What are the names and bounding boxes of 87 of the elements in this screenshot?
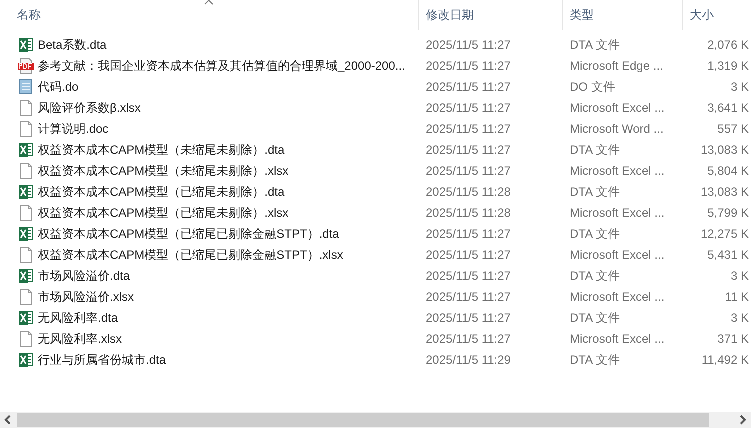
file-type: DTA 文件 — [570, 226, 620, 240]
scrollbar-thumb[interactable] — [17, 413, 709, 427]
modified-date: 2025/11/5 11:27 — [426, 310, 511, 324]
file-size: 3 K — [730, 268, 749, 284]
file-size: 12,275 K — [700, 226, 749, 242]
file-size: 2,076 K — [708, 36, 749, 54]
file-type: Microsoft Edge ... — [570, 58, 664, 72]
column-header[interactable]: 类型 — [563, 0, 683, 30]
file-type: Microsoft Excel ... — [570, 332, 665, 346]
file-name[interactable]: 风险评价系数β.xlsx — [38, 98, 141, 116]
file-name[interactable]: 无风险利率.dta — [38, 308, 118, 326]
modified-date: 2025/11/5 11:27 — [426, 226, 511, 240]
modified-date: 2025/11/5 11:27 — [426, 122, 511, 136]
file-size: 13,083 K — [700, 184, 749, 200]
file-name[interactable]: 计算说明.doc — [38, 120, 109, 138]
file-size: 3 K — [730, 310, 749, 326]
file-type: DTA 文件 — [570, 310, 620, 324]
horizontal-scrollbar[interactable] — [0, 412, 751, 428]
file-size: 5,799 K — [708, 204, 749, 222]
blank-file-icon — [18, 120, 34, 136]
file-name[interactable]: 权益资本成本CAPM模型（已缩尾未剔除）.xlsx — [38, 204, 289, 222]
modified-date: 2025/11/5 11:27 — [426, 248, 511, 262]
file-name[interactable]: 权益资本成本CAPM模型（未缩尾未剔除）.xlsx — [38, 162, 289, 180]
excel-file-icon — [18, 184, 34, 200]
file-type: Microsoft Excel ... — [570, 206, 665, 220]
blank-file-icon — [18, 246, 34, 262]
file-name[interactable]: 代码.do — [38, 78, 79, 96]
file-type: Microsoft Excel ... — [570, 164, 665, 178]
file-type: Microsoft Excel ... — [570, 248, 665, 262]
file-type: DO 文件 — [570, 80, 616, 94]
file-name[interactable]: 权益资本成本CAPM模型（已缩尾未剔除）.dta — [38, 182, 285, 200]
excel-file-icon — [18, 310, 34, 326]
modified-date: 2025/11/5 11:27 — [426, 290, 511, 304]
blank-file-icon — [18, 100, 34, 116]
modified-date: 2025/11/5 11:27 — [426, 142, 511, 156]
file-size: 11 K — [725, 288, 749, 306]
column-header[interactable]: 大小 — [683, 0, 751, 30]
modified-date: 2025/11/5 11:27 — [426, 268, 511, 282]
file-type: Microsoft Excel ... — [570, 100, 665, 114]
file-type: Microsoft Excel ... — [570, 290, 665, 304]
file-name[interactable]: 权益资本成本CAPM模型（已缩尾已剔除金融STPT）.xlsx — [38, 246, 344, 264]
file-name[interactable]: 权益资本成本CAPM模型（已缩尾已剔除金融STPT）.dta — [38, 224, 340, 242]
modified-date: 2025/11/5 11:27 — [426, 164, 511, 178]
modified-date: 2025/11/5 11:28 — [426, 206, 511, 220]
file-name[interactable]: 行业与所属省份城市.dta — [38, 350, 166, 368]
file-size: 1,319 K — [708, 58, 749, 74]
excel-file-icon — [18, 36, 34, 52]
file-name[interactable]: 市场风险溢价.dta — [38, 266, 130, 284]
file-size: 3 K — [730, 78, 749, 96]
modified-date: 2025/11/5 11:27 — [426, 332, 511, 346]
file-size: 11,492 K — [702, 352, 749, 368]
column-header[interactable]: 名称 — [0, 0, 419, 30]
blank-file-icon — [18, 162, 34, 178]
blank-file-icon — [18, 330, 34, 346]
excel-file-icon — [18, 352, 34, 368]
file-size: 371 K — [718, 330, 749, 348]
file-size: 5,804 K — [708, 162, 749, 180]
file-size: 13,083 K — [700, 142, 749, 158]
file-size: 3,641 K — [708, 100, 749, 116]
file-type: DTA 文件 — [570, 352, 620, 366]
file-name[interactable]: Beta系数.dta — [38, 36, 107, 54]
sort-ascending-icon — [204, 0, 214, 5]
notepad-file-icon — [18, 78, 34, 94]
excel-file-icon — [18, 226, 34, 242]
blank-file-icon — [18, 288, 34, 304]
modified-date: 2025/11/5 11:29 — [426, 352, 511, 366]
file-size: 557 K — [718, 120, 749, 138]
file-type: DTA 文件 — [570, 142, 620, 156]
file-type: DTA 文件 — [570, 38, 620, 52]
file-name[interactable]: 参考文献：我国企业资本成本估算及其估算值的合理界域_2000-200... — [38, 56, 406, 74]
file-size: 5,431 K — [708, 246, 749, 264]
file-type: Microsoft Word ... — [570, 122, 664, 136]
excel-file-icon — [18, 268, 34, 284]
blank-file-icon — [18, 204, 34, 220]
modified-date: 2025/11/5 11:28 — [426, 184, 511, 198]
excel-file-icon — [18, 142, 34, 158]
column-header[interactable]: 修改日期 — [419, 0, 563, 30]
file-name[interactable]: 市场风险溢价.xlsx — [38, 288, 134, 306]
file-type: DTA 文件 — [570, 184, 620, 198]
file-type: DTA 文件 — [570, 268, 620, 282]
modified-date: 2025/11/5 11:27 — [426, 58, 511, 72]
file-name[interactable]: 无风险利率.xlsx — [38, 330, 122, 348]
modified-date: 2025/11/5 11:27 — [426, 38, 511, 52]
file-name[interactable]: 权益资本成本CAPM模型（未缩尾未剔除）.dta — [38, 140, 285, 158]
pdf-file-icon — [18, 58, 34, 74]
modified-date: 2025/11/5 11:27 — [426, 80, 511, 94]
modified-date: 2025/11/5 11:27 — [426, 100, 511, 114]
